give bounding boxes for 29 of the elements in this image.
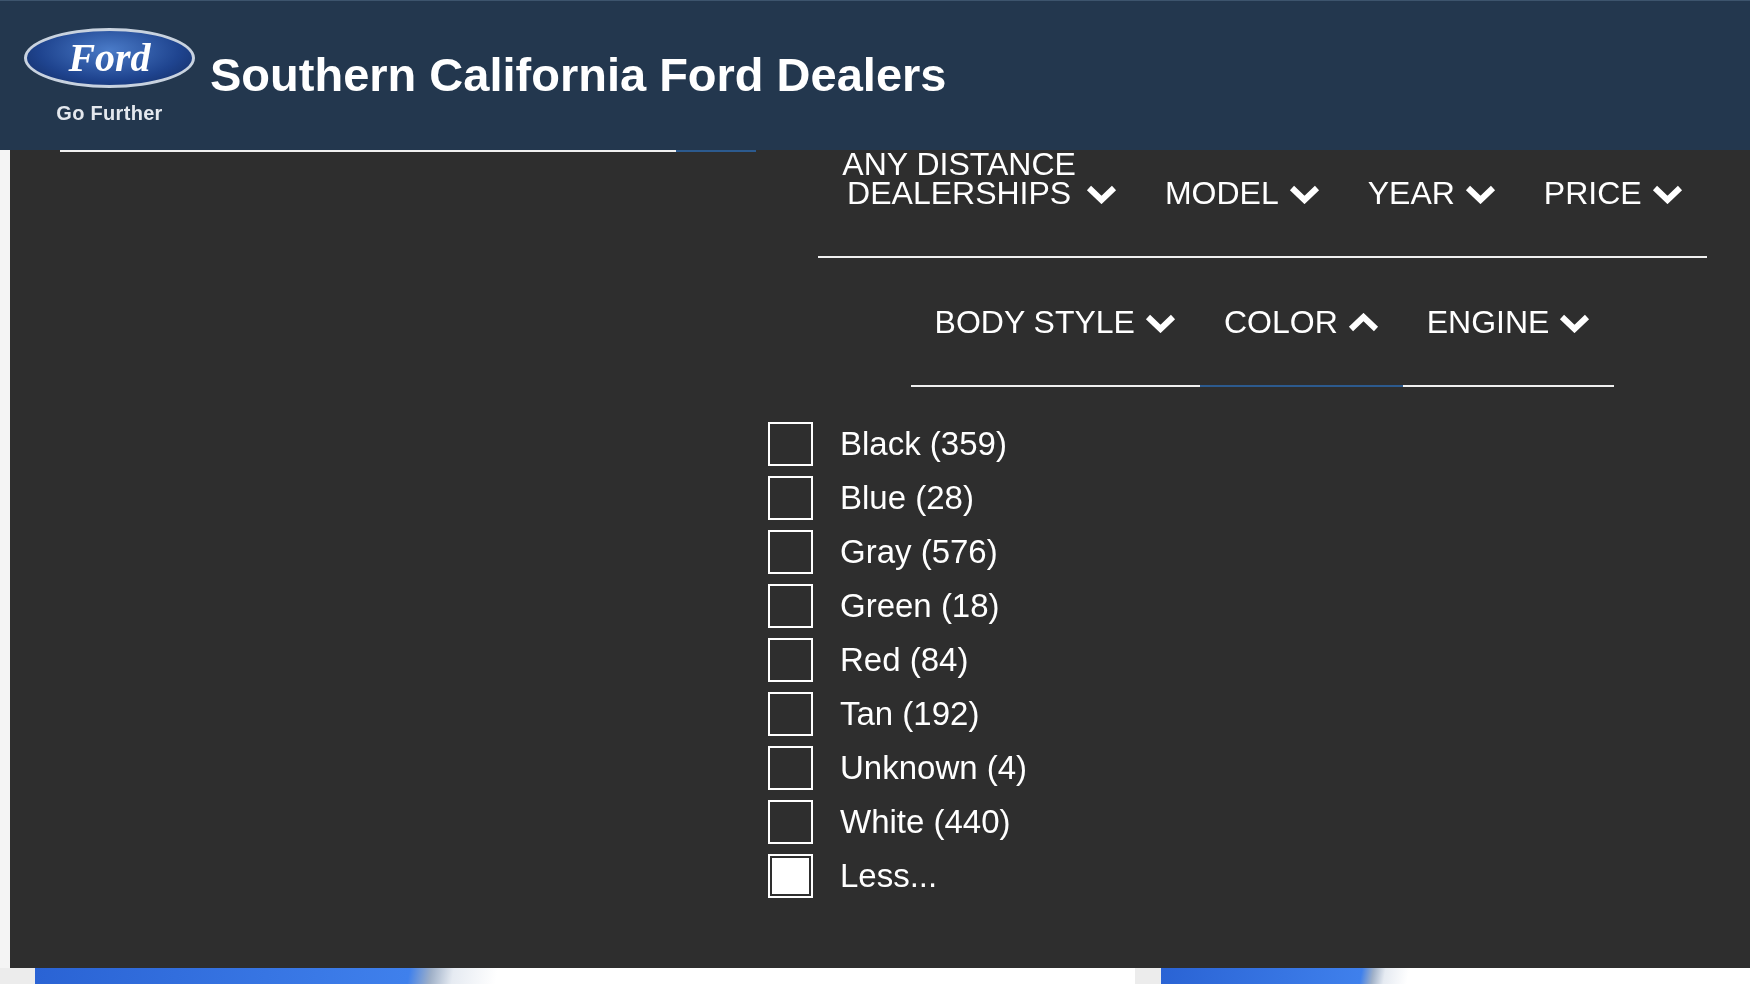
filter-tab[interactable]: MODEL [1140,150,1344,258]
checkbox[interactable] [768,476,813,520]
logo-tagline: Go Further [56,102,163,124]
checkbox[interactable] [768,638,813,682]
filter-tab[interactable]: ANY DISTANCE DEALERSHIPS [818,150,1141,258]
checkbox[interactable] [768,422,813,466]
filter-tab[interactable]: ENGINE [1402,258,1615,387]
checkbox[interactable] [768,584,813,628]
checkbox[interactable] [768,530,813,574]
checkbox[interactable] [768,800,813,844]
filter-tab[interactable]: COLOR [1199,258,1403,387]
filter-tab[interactable]: PRICE [1519,150,1707,258]
checkbox[interactable] [768,746,813,790]
checkbox-label: Red (84) [840,640,969,680]
checkbox-label: Blue (28) [840,478,974,518]
distance-label: ANY DISTANCE [842,150,1076,179]
checkbox-label: Less... [840,856,938,896]
checkbox-label: Gray (576) [840,532,998,572]
oval-logo[interactable]: Ford [24,28,195,88]
checkbox[interactable] [768,692,813,736]
checkbox-label: Black (359) [840,424,1007,464]
filter-tab[interactable]: BODY STYLE [910,258,1200,387]
checkbox-label: Green (18) [840,586,1000,626]
checkbox[interactable] [768,854,813,898]
checkbox-label: White (440) [840,802,1011,842]
checkbox-label: Tan (192) [840,694,980,734]
filter-tab[interactable]: YEAR [1343,150,1520,258]
site-title: Southern California Ford Dealers [210,47,947,103]
checkbox-label: Unknown (4) [840,748,1028,788]
